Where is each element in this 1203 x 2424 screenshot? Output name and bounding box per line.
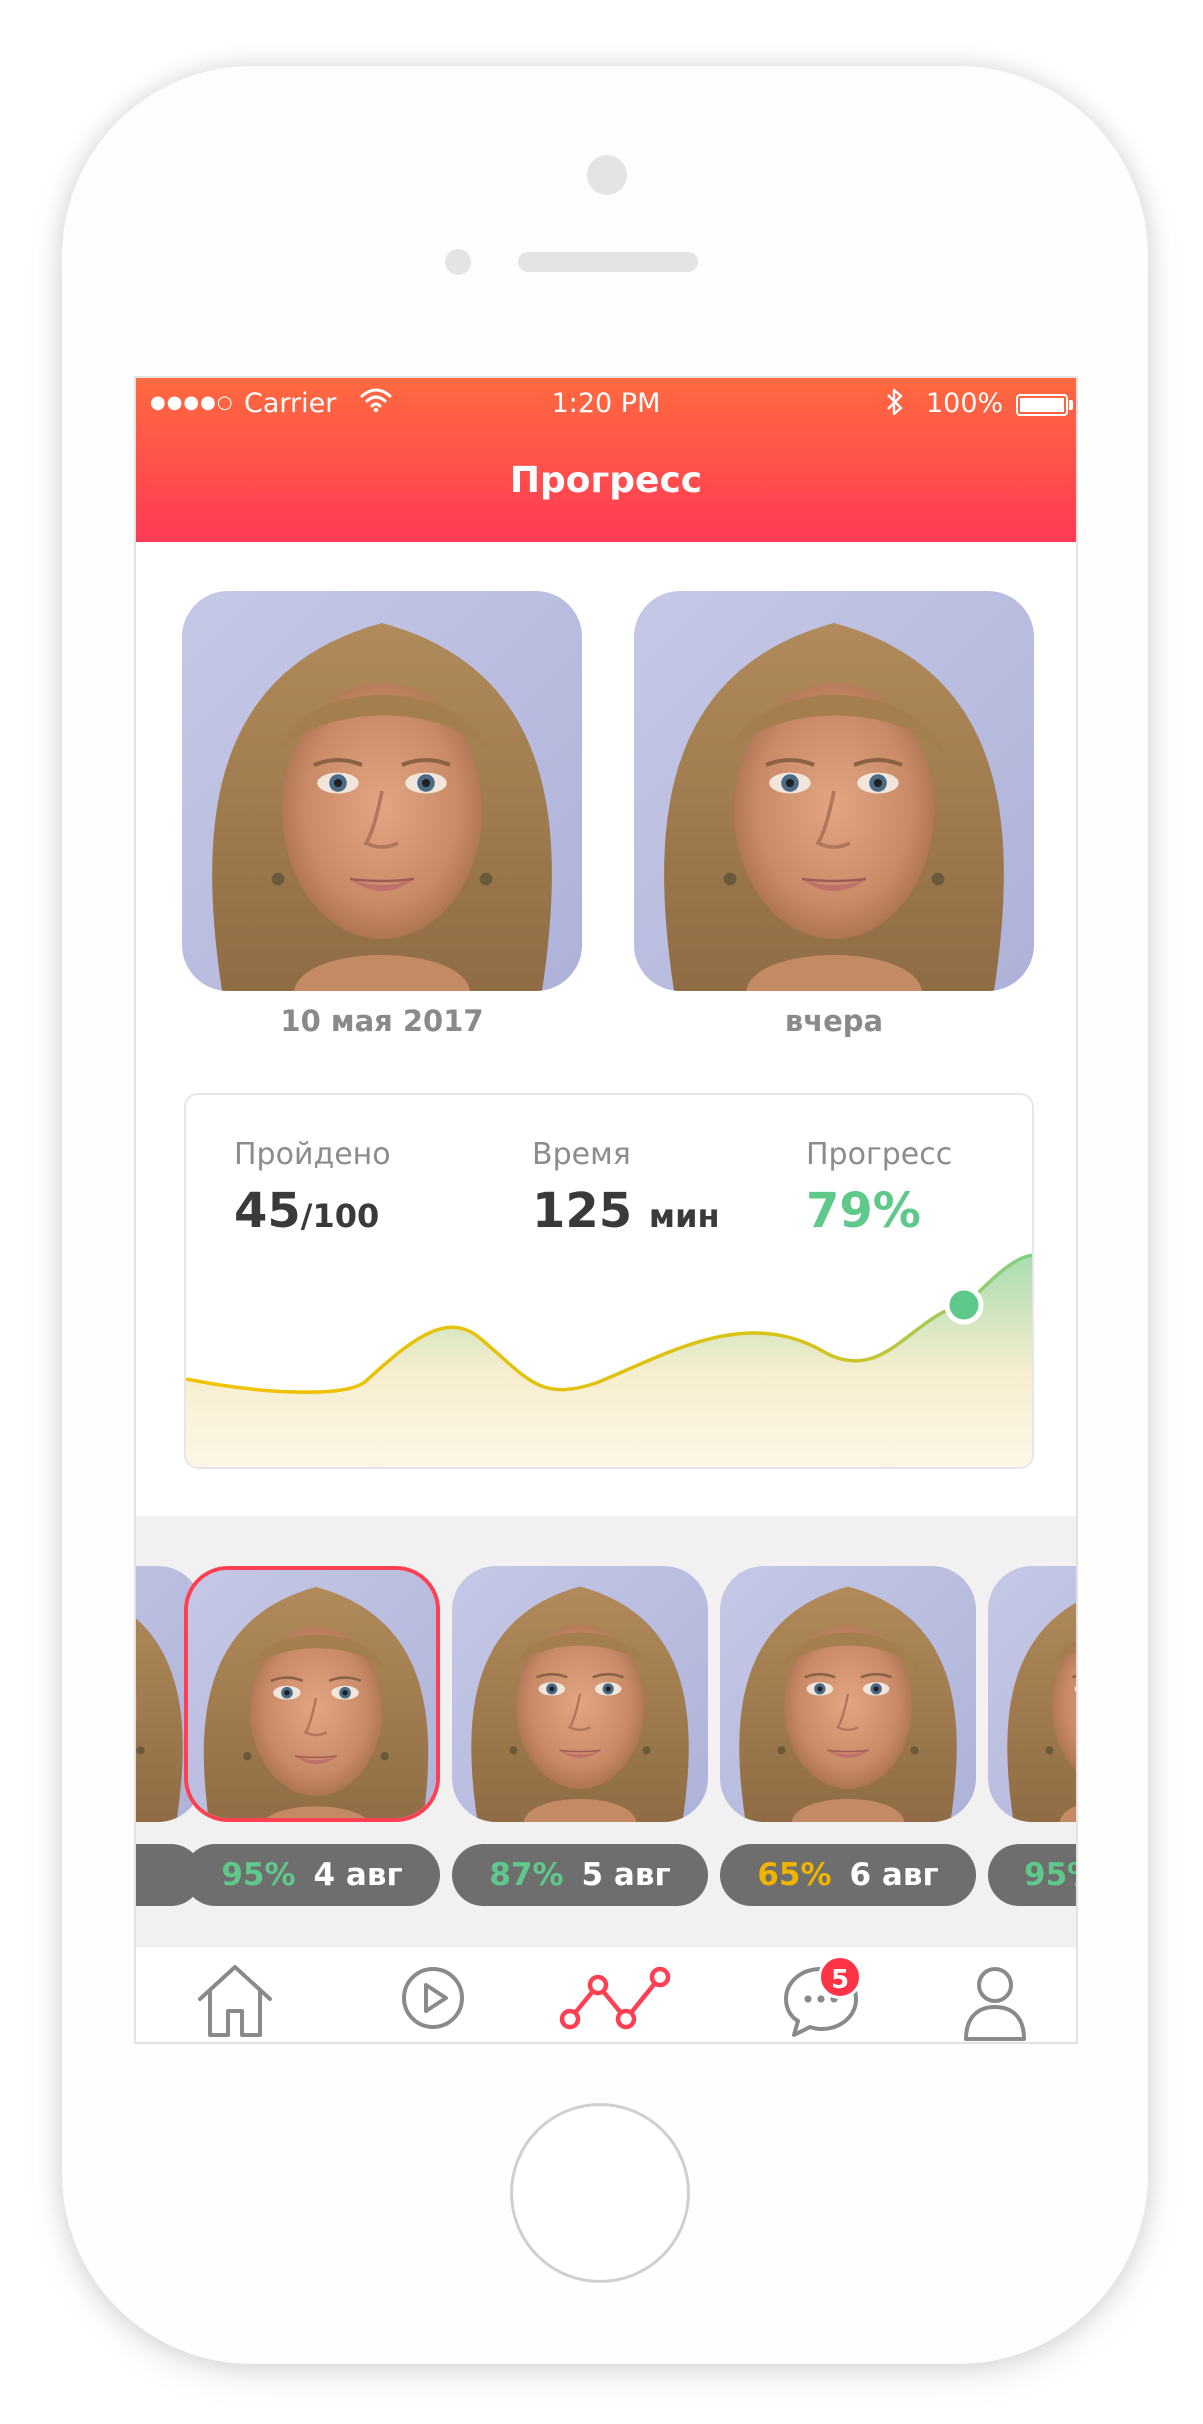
- front-camera: [587, 155, 627, 195]
- tab-home[interactable]: [190, 1955, 280, 2042]
- tab-messages[interactable]: 5: [776, 1955, 866, 2042]
- tab-profile[interactable]: [950, 1955, 1040, 2042]
- battery-percent: 100%: [926, 388, 1004, 419]
- session-thumb[interactable]: [720, 1566, 976, 1822]
- after-date: вчера: [784, 1004, 884, 1038]
- session-percent: 87%: [489, 1857, 564, 1893]
- home-icon: [198, 1965, 272, 2037]
- messages-badge: 5: [818, 1955, 862, 1999]
- session-pill[interactable]: 95%: [988, 1844, 1076, 1906]
- passed-label: Пройдено: [234, 1137, 391, 1172]
- face-photo: [452, 1566, 708, 1822]
- tab-bar: 5: [136, 1946, 1076, 2042]
- session-date: 6 авг: [849, 1857, 939, 1893]
- app-screen: ●●●●○ Carrier 1:20 PM 100% Прогресс 10 м…: [134, 376, 1078, 2044]
- session-percent: 95%: [1024, 1857, 1076, 1893]
- session-date: 4 авг: [313, 1857, 403, 1893]
- progress-chart: [186, 1253, 1032, 1467]
- session-thumb[interactable]: [988, 1566, 1076, 1822]
- chart-area: [186, 1255, 1032, 1467]
- battery-tip: [1069, 400, 1073, 410]
- header-bar: ●●●●○ Carrier 1:20 PM 100% Прогресс: [136, 378, 1076, 542]
- session-pill[interactable]: 95% 4 авг: [184, 1844, 440, 1906]
- earpiece-speaker: [518, 252, 698, 272]
- before-date: 10 мая 2017: [280, 1004, 484, 1038]
- session-percent: 65%: [757, 1857, 832, 1893]
- status-bar: ●●●●○ Carrier 1:20 PM 100%: [136, 386, 1076, 426]
- play-icon: [402, 1967, 464, 2029]
- chart-current-point: [944, 1285, 984, 1325]
- progress-icon: [559, 1966, 671, 2030]
- before-photo[interactable]: [182, 591, 582, 991]
- session-pill[interactable]: 87% 5 авг: [452, 1844, 708, 1906]
- session-gallery[interactable]: 95% 4 авг 87% 5 авг 65% 6 авг 95%: [136, 1516, 1076, 1946]
- face-photo: [634, 591, 1034, 991]
- face-photo: [988, 1566, 1076, 1822]
- bluetooth-icon: [884, 386, 906, 425]
- page-title: Прогресс: [509, 460, 703, 501]
- session-pill[interactable]: 65% 6 авг: [720, 1844, 976, 1906]
- session-thumb[interactable]: [452, 1566, 708, 1822]
- time-label: Время: [532, 1137, 631, 1172]
- after-photo[interactable]: [634, 591, 1034, 991]
- session-percent: 95%: [221, 1857, 296, 1893]
- battery-icon: [1016, 394, 1068, 416]
- profile-icon: [964, 1967, 1026, 2041]
- face-photo: [720, 1566, 976, 1822]
- face-photo: [182, 591, 582, 991]
- session-date: 5 авг: [581, 1857, 671, 1893]
- progress-label: Прогресс: [806, 1137, 953, 1172]
- proximity-sensor: [445, 249, 471, 275]
- tab-progress[interactable]: [556, 1955, 686, 2042]
- session-thumb-selected[interactable]: [184, 1566, 440, 1822]
- stats-card: Пройдено 45/100 Время 125 мин Прогресс 7…: [184, 1093, 1034, 1469]
- home-button[interactable]: [510, 2103, 690, 2283]
- tab-play[interactable]: [388, 1955, 478, 2042]
- face-photo: [188, 1570, 436, 1818]
